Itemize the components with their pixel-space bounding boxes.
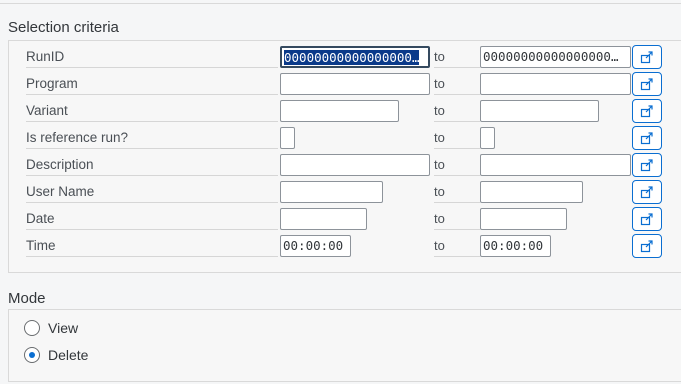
runid-multiple-selection-button[interactable] — [632, 45, 662, 69]
user-name-high-input[interactable] — [480, 181, 583, 203]
is-reference-run-multiple-selection-button[interactable] — [632, 126, 662, 150]
multiple-selection-icon — [640, 51, 653, 64]
is-reference-run-high-input[interactable] — [480, 127, 495, 149]
time-low-input[interactable]: 00:00:00 — [280, 235, 351, 257]
program-to-label: to — [434, 73, 480, 95]
time-label: Time — [26, 235, 278, 257]
row-date: Date to — [26, 207, 666, 231]
variant-multiple-selection-button[interactable] — [632, 99, 662, 123]
multiple-selection-icon — [640, 132, 653, 145]
variant-to-label: to — [434, 100, 480, 122]
variant-low-input[interactable] — [280, 100, 399, 122]
program-multiple-selection-button[interactable] — [632, 72, 662, 96]
row-user-name: User Name to — [26, 180, 666, 204]
row-program: Program to — [26, 72, 666, 96]
is-reference-run-label: Is reference run? — [26, 127, 278, 149]
row-runid: RunID 00000000000000000… to 000000000000… — [26, 45, 666, 69]
multiple-selection-icon — [640, 159, 653, 172]
time-to-label: to — [434, 235, 480, 257]
multiple-selection-icon — [640, 213, 653, 226]
date-to-label: to — [434, 208, 480, 230]
program-low-input[interactable] — [280, 73, 430, 95]
is-reference-run-to-label: to — [434, 127, 480, 149]
multiple-selection-icon — [640, 105, 653, 118]
view-radio-label: View — [48, 320, 79, 336]
date-label: Date — [26, 208, 278, 230]
is-reference-run-low-input[interactable] — [280, 127, 295, 149]
description-to-label: to — [434, 154, 480, 176]
time-multiple-selection-button[interactable] — [632, 234, 662, 258]
top-divider — [0, 3, 681, 4]
time-high-input[interactable]: 00:00:00 — [480, 235, 551, 257]
user-name-multiple-selection-button[interactable] — [632, 180, 662, 204]
program-high-input[interactable] — [480, 73, 631, 95]
description-high-input[interactable] — [480, 154, 631, 176]
date-multiple-selection-button[interactable] — [632, 207, 662, 231]
multiple-selection-icon — [640, 240, 653, 253]
program-label: Program — [26, 73, 278, 95]
runid-label: RunID — [26, 46, 278, 68]
row-time: Time 00:00:00 to 00:00:00 — [26, 234, 666, 258]
delete-radio-label: Delete — [48, 347, 89, 363]
user-name-to-label: to — [434, 181, 480, 203]
view-radio[interactable] — [24, 320, 40, 336]
mode-title: Mode — [8, 290, 46, 307]
multiple-selection-icon — [640, 186, 653, 199]
mode-group — [8, 309, 681, 382]
row-variant: Variant to — [26, 99, 666, 123]
user-name-label: User Name — [26, 181, 278, 203]
runid-to-label: to — [434, 46, 480, 68]
date-high-input[interactable] — [480, 208, 567, 230]
row-description: Description to — [26, 153, 666, 177]
user-name-low-input[interactable] — [280, 181, 383, 203]
variant-label: Variant — [26, 100, 278, 122]
delete-radio[interactable] — [24, 347, 40, 363]
runid-low-input[interactable]: 00000000000000000… — [280, 46, 430, 68]
row-is-reference-run: Is reference run? to — [26, 126, 666, 150]
description-label: Description — [26, 154, 278, 176]
date-low-input[interactable] — [280, 208, 367, 230]
multiple-selection-icon — [640, 78, 653, 91]
variant-high-input[interactable] — [480, 100, 599, 122]
description-multiple-selection-button[interactable] — [632, 153, 662, 177]
runid-high-input[interactable]: 00000000000000000… — [480, 46, 631, 68]
selection-criteria-title: Selection criteria — [8, 19, 119, 36]
description-low-input[interactable] — [280, 154, 430, 176]
